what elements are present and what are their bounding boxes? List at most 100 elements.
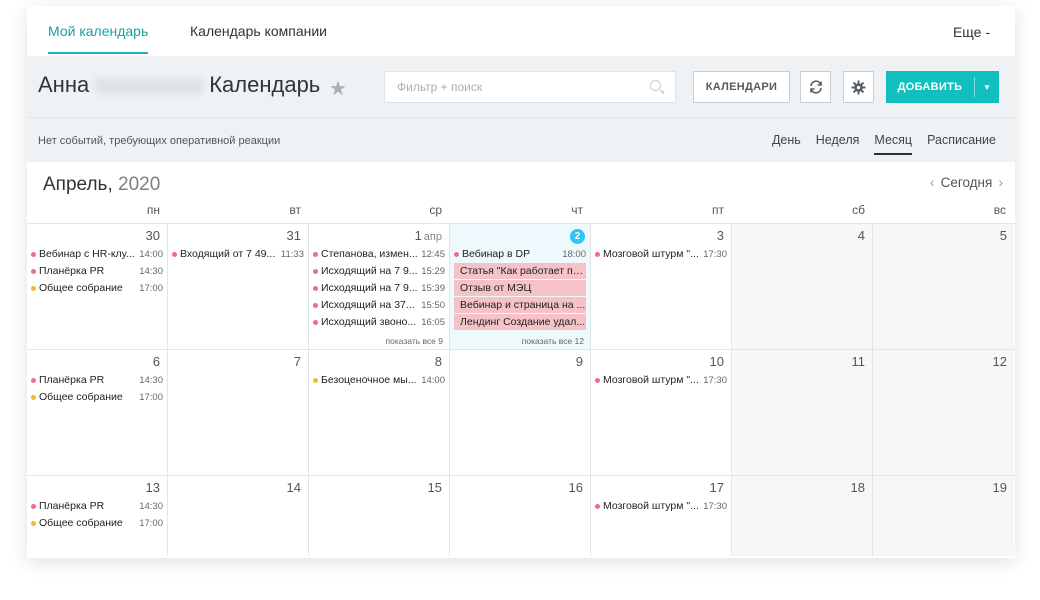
calendar-event[interactable]: Отзыв от МЭЦ: [454, 280, 586, 296]
chevron-right-icon[interactable]: ›: [998, 174, 1003, 190]
today-button[interactable]: Сегодня: [941, 175, 993, 190]
calendar-event[interactable]: Лендинг Создание удал...: [454, 314, 586, 330]
add-button[interactable]: ДОБАВИТЬ ▼: [886, 71, 999, 103]
calendar-event[interactable]: Статья "Как работает пе...: [454, 263, 586, 279]
calendar-window: Мой календарь Календарь компании Еще - А…: [27, 6, 1015, 558]
day-number: 10: [709, 354, 724, 369]
chevron-left-icon[interactable]: ‹: [930, 174, 935, 190]
day-cell[interactable]: 31 Входящий от 7 49... 11:33: [168, 224, 309, 349]
event-dot-icon: [313, 285, 318, 291]
event-dot-icon: [595, 377, 600, 383]
day-cell[interactable]: 2 Вебинар в DP 18:00 Статья "Как работает п…: [450, 224, 591, 349]
event-dot-icon: [454, 251, 459, 257]
day-cell[interactable]: 13 Планёрка PR 14:30 Общее собрание 17:00: [27, 476, 168, 556]
settings-button[interactable]: [843, 71, 874, 103]
day-cell[interactable]: 10 Мозговой штурм "... 17:30: [591, 350, 732, 475]
event-time: 15:50: [421, 299, 445, 311]
search-icon[interactable]: [650, 80, 661, 91]
calendar-event[interactable]: Вебинар и страница на ...: [454, 297, 586, 313]
add-button-label: ДОБАВИТЬ: [897, 81, 963, 93]
day-number: 5: [999, 228, 1007, 243]
day-cell[interactable]: 5: [873, 224, 1014, 349]
event-list: Планёрка PR 14:30 Общее собрание 17:00: [31, 498, 163, 532]
calendar-event[interactable]: Исходящий звоно... 16:05: [313, 314, 445, 330]
event-time: 17:00: [139, 391, 163, 403]
top-tabs: Мой календарь Календарь компании Еще -: [27, 6, 1015, 56]
event-title: Вебинар в DP: [462, 248, 531, 260]
tab-my-calendar[interactable]: Мой календарь: [48, 23, 149, 54]
event-time: 14:00: [421, 374, 445, 386]
show-all-link[interactable]: показать все 12: [522, 336, 584, 346]
star-icon[interactable]: ★: [329, 76, 347, 101]
day-number: 14: [286, 480, 301, 495]
day-cell[interactable]: 4: [732, 224, 873, 349]
calendar-event[interactable]: Общее собрание 17:00: [31, 515, 163, 531]
event-dot-icon: [313, 319, 318, 325]
day-number: 19: [992, 480, 1007, 495]
weekday-label: ср: [429, 203, 442, 217]
day-cell[interactable]: 16: [450, 476, 591, 556]
event-title: Планёрка PR: [39, 374, 105, 386]
tab-company-calendar[interactable]: Календарь компании: [190, 23, 327, 39]
calendar-event[interactable]: Мозговой штурм "... 17:30: [595, 372, 727, 388]
search-input[interactable]: [385, 72, 635, 102]
day-cell[interactable]: 6 Планёрка PR 14:30 Общее собрание 17:00: [27, 350, 168, 475]
calendar-event[interactable]: Безоценочное мы... 14:00: [313, 372, 445, 388]
view-schedule[interactable]: Расписание: [927, 133, 996, 147]
calendar-event[interactable]: Планёрка PR 14:30: [31, 372, 163, 388]
view-day[interactable]: День: [772, 133, 801, 147]
view-month[interactable]: Месяц: [874, 133, 912, 155]
day-cell[interactable]: 3 Мозговой штурм "... 17:30: [591, 224, 732, 349]
calendar-event[interactable]: Исходящий на 7 9... 15:39: [313, 280, 445, 296]
calendar-event[interactable]: Общее собрание 17:00: [31, 389, 163, 405]
day-cell[interactable]: 18: [732, 476, 873, 556]
day-cell[interactable]: 11: [732, 350, 873, 475]
calendar-event[interactable]: Мозговой штурм "... 17:30: [595, 498, 727, 514]
event-time: 17:00: [139, 517, 163, 529]
calendars-button[interactable]: КАЛЕНДАРИ: [693, 71, 790, 103]
event-time: 14:00: [139, 248, 163, 260]
calendar-event[interactable]: Планёрка PR 14:30: [31, 263, 163, 279]
day-cell[interactable]: 19: [873, 476, 1014, 556]
event-title: Лендинг Создание удал...: [460, 316, 586, 328]
day-cell[interactable]: 17 Мозговой штурм "... 17:30: [591, 476, 732, 556]
day-number: 8: [434, 354, 442, 369]
calendar-event[interactable]: Входящий от 7 49... 11:33: [172, 246, 304, 262]
day-cell[interactable]: 15: [309, 476, 450, 556]
event-list: Мозговой штурм "... 17:30: [595, 372, 727, 389]
day-cell[interactable]: 14: [168, 476, 309, 556]
event-time: 14:30: [139, 500, 163, 512]
calendar-event[interactable]: Общее собрание 17:00: [31, 280, 163, 296]
event-time: 17:30: [703, 500, 727, 512]
day-cell[interactable]: 9: [450, 350, 591, 475]
day-cell[interactable]: 12: [873, 350, 1014, 475]
event-title: Общее собрание: [39, 517, 123, 529]
sync-button[interactable]: [800, 71, 831, 103]
day-number: 16: [568, 480, 583, 495]
chevron-down-icon[interactable]: ▼: [975, 83, 999, 92]
event-title: Безоценочное мы...: [321, 374, 417, 386]
calendar-event[interactable]: Вебинар с HR-клу... 14:00: [31, 246, 163, 262]
calendar-event[interactable]: Исходящий на 37... 15:50: [313, 297, 445, 313]
event-time: 11:33: [280, 248, 304, 260]
calendar-event[interactable]: Вебинар в DP 18:00: [454, 246, 586, 262]
day-cell[interactable]: 30 Вебинар с HR-клу... 14:00 Планёрка PR 14:…: [27, 224, 168, 349]
show-all-link[interactable]: показать все 9: [386, 336, 443, 346]
day-number: 12: [992, 354, 1007, 369]
day-cell[interactable]: 1 апр Степанова, измен... 12:45 Исходящий на…: [309, 224, 450, 349]
day-number: 7: [293, 354, 301, 369]
calendar-event[interactable]: Планёрка PR 14:30: [31, 498, 163, 514]
day-cell[interactable]: 7: [168, 350, 309, 475]
month-grid: 30 Вебинар с HR-клу... 14:00 Планёрка PR 14:…: [27, 223, 1015, 556]
event-dot-icon: [31, 520, 36, 526]
event-title: Мозговой штурм "...: [603, 374, 699, 386]
event-time: 17:30: [703, 374, 727, 386]
view-week[interactable]: Неделя: [816, 133, 860, 147]
calendar-event[interactable]: Исходящий на 7 9... 15:29: [313, 263, 445, 279]
event-title: Исходящий на 7 9...: [321, 282, 418, 294]
event-title: Исходящий звоно...: [321, 316, 417, 328]
day-cell[interactable]: 8 Безоценочное мы... 14:00: [309, 350, 450, 475]
calendar-event[interactable]: Мозговой штурм "... 17:30: [595, 246, 727, 262]
more-menu[interactable]: Еще -: [953, 24, 990, 40]
calendar-event[interactable]: Степанова, измен... 12:45: [313, 246, 445, 262]
